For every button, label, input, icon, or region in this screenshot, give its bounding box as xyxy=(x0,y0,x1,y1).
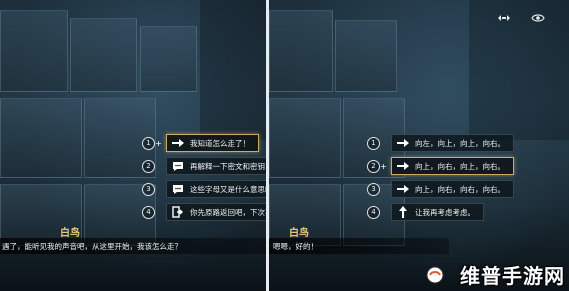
choice-box[interactable]: 让我再考虑考虑。 xyxy=(391,203,484,221)
dialogue-choice-3[interactable]: 3 向上，向右，向右，向右。 xyxy=(367,180,514,198)
choice-box[interactable]: 你先原路返回吧，下次再来 xyxy=(166,203,266,221)
choice-box[interactable]: 我知道怎么走了！ xyxy=(166,134,259,152)
right-game-screen: 1 向左，向上，向上，向右。 2 + 向上，向右，向上，向右。 3 向上，向右，… xyxy=(269,0,569,291)
choice-box[interactable]: 再解释一下密文和密钥！ xyxy=(166,157,266,175)
wall-panel xyxy=(70,18,137,92)
wall-panel xyxy=(0,10,68,92)
dialogue-text: 遇了，能听见我的声音吧，从这里开始，我该怎么走？ xyxy=(2,242,182,251)
hide-ui-icon[interactable] xyxy=(497,8,511,21)
choice-label: 向上，向右，向右，向右。 xyxy=(415,184,505,194)
choice-label: 再解释一下密文和密钥！ xyxy=(190,161,266,171)
wall-panel xyxy=(269,98,341,178)
arrow-right-icon xyxy=(396,136,410,150)
choice-box[interactable]: 向上，向右，向右，向右。 xyxy=(391,180,514,198)
pillar-shadow xyxy=(469,0,569,140)
choice-number: 3 xyxy=(142,182,155,196)
wall-panel xyxy=(335,20,397,92)
choice-number: 4 xyxy=(142,205,155,219)
wall-panel xyxy=(269,10,333,92)
choice-number: 4 xyxy=(367,205,380,219)
arrow-up-icon xyxy=(396,205,410,219)
watermark-text: 维普手游网 xyxy=(460,264,565,288)
speech-bubble-icon xyxy=(171,159,185,173)
pillar-shadow xyxy=(200,0,266,140)
exit-door-icon xyxy=(171,205,185,219)
speaker-name: 白鸟 xyxy=(60,228,80,239)
choice-number: 3 xyxy=(367,182,380,196)
eye-icon[interactable] xyxy=(531,8,545,22)
speaker-name: 白鸟 xyxy=(289,228,309,239)
choice-label: 向左，向上，向上，向右。 xyxy=(415,138,505,148)
wall-panel xyxy=(140,26,197,92)
speech-bubble-icon xyxy=(171,182,185,196)
dialogue-choice-4[interactable]: 4 让我再考虑考虑。 xyxy=(367,203,484,221)
selection-plus-icon: + xyxy=(380,161,387,171)
dialogue-choice-4[interactable]: 4 你先原路返回吧，下次再来 xyxy=(142,203,266,221)
choice-box[interactable]: 向上，向右，向上，向右。 xyxy=(391,157,514,175)
dialogue-text: 嗯嗯，好的！ xyxy=(273,242,318,251)
dialogue-choice-1[interactable]: 1 向左，向上，向上，向右。 xyxy=(367,134,514,152)
choice-box[interactable]: 这些字母又是什么意思呢？ xyxy=(166,180,266,198)
choice-number: 2 xyxy=(142,159,155,173)
arrow-right-icon xyxy=(171,136,185,150)
choice-box[interactable]: 向左，向上，向上，向右。 xyxy=(391,134,514,152)
arrow-right-icon xyxy=(396,182,410,196)
choice-label: 你先原路返回吧，下次再来 xyxy=(190,207,266,217)
dialogue-choice-2[interactable]: 2 + 向上，向右，向上，向右。 xyxy=(367,157,514,175)
choice-number: 2 xyxy=(367,159,380,173)
left-game-screen: 1 + 我知道怎么走了！ 2 再解释一下密文和密钥！ 3 这些字母又是什么意思呢… xyxy=(0,0,266,291)
selection-plus-icon: + xyxy=(155,138,162,148)
choice-number: 1 xyxy=(367,136,380,150)
choice-label: 我知道怎么走了！ xyxy=(190,138,250,148)
dialogue-choice-2[interactable]: 2 再解释一下密文和密钥！ xyxy=(142,157,266,175)
choice-label: 向上，向右，向上，向右。 xyxy=(415,161,505,171)
dialogue-choice-1[interactable]: 1 + 我知道怎么走了！ xyxy=(142,134,259,152)
choice-number: 1 xyxy=(142,136,155,150)
choice-label: 让我再考虑考虑。 xyxy=(415,207,475,217)
dialogue-choice-3[interactable]: 3 这些字母又是什么意思呢？ xyxy=(142,180,266,198)
wall-panel xyxy=(0,98,82,178)
choice-label: 这些字母又是什么意思呢？ xyxy=(190,184,266,194)
arrow-right-icon xyxy=(396,159,410,173)
watermark-logo-icon xyxy=(426,266,444,284)
